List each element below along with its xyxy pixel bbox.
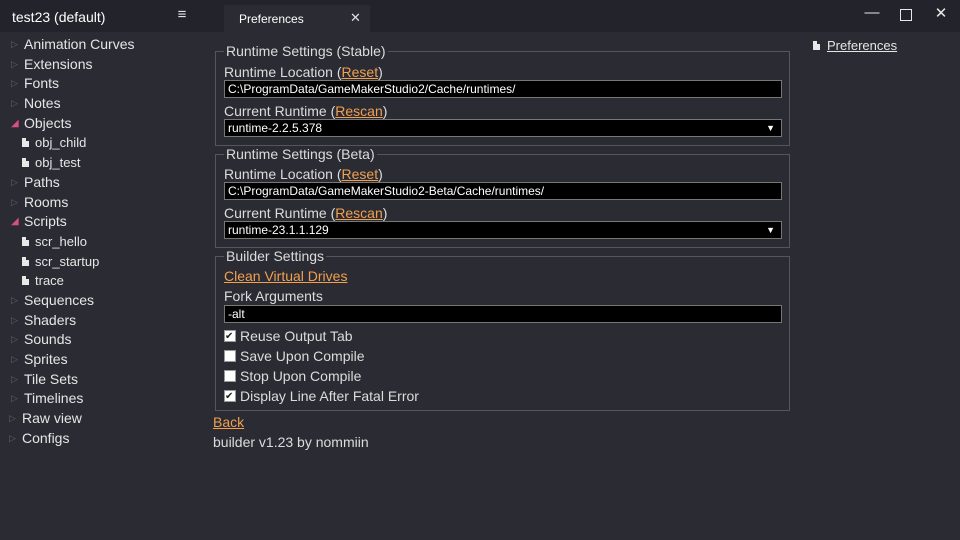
stable-current-label: Current Runtime (Rescan)	[224, 103, 388, 119]
collapsed-arrow-icon: ▷	[11, 78, 18, 89]
builder-settings: Builder Settings Clean Virtual Drives Fo…	[215, 248, 790, 411]
tree-item-sprites[interactable]: ▷ Sprites	[0, 350, 205, 370]
collapsed-arrow-icon: ▷	[11, 39, 18, 49]
tree-item-animation-curves[interactable]: ▷ Animation Curves	[0, 35, 205, 55]
tree-item-obj-child[interactable]: obj_child	[0, 133, 205, 153]
tree-item-obj-test[interactable]: obj_test	[0, 153, 205, 173]
stable-location-label: Runtime Location (Reset)	[224, 64, 383, 80]
close-icon[interactable]: ✕	[926, 4, 956, 26]
tree-item-timelines[interactable]: ▷ Timelines	[0, 389, 205, 409]
collapsed-arrow-icon: ▷	[11, 294, 18, 305]
collapsed-arrow-icon: ▷	[11, 334, 18, 345]
tree-item-rooms[interactable]: ▷ Rooms	[0, 193, 205, 213]
file-icon	[813, 41, 820, 50]
file-icon	[22, 138, 29, 148]
beta-legend: Runtime Settings (Beta)	[224, 146, 377, 162]
tab-close-icon[interactable]: ✕	[350, 10, 361, 26]
resource-tree: ▷ Animation Curves ▷ Extensions ▷ Fonts ▷ No…	[0, 35, 205, 448]
tree-item-sequences[interactable]: ▷ Sequences	[0, 291, 205, 311]
collapsed-arrow-icon: ▷	[11, 354, 18, 364]
checkbox-checked-icon[interactable]	[224, 388, 236, 406]
tree-item-paths[interactable]: ▷ Paths	[0, 173, 205, 193]
tree-item-configs[interactable]: ▷ Configs	[0, 429, 205, 449]
expanded-arrow-icon: ◢	[11, 117, 19, 129]
beta-runtime-select[interactable]: runtime-23.1.1.129 ▼	[224, 221, 782, 239]
stable-reset-link[interactable]: Reset	[342, 64, 379, 80]
tree-item-scripts[interactable]: ◢ Scripts	[0, 212, 205, 232]
tab-label: Preferences	[239, 12, 304, 26]
stable-legend: Runtime Settings (Stable)	[224, 43, 388, 59]
checkbox-unchecked-icon[interactable]	[224, 370, 236, 382]
hamburger-icon[interactable]: ≡	[174, 6, 190, 24]
collapsed-arrow-icon: ▷	[11, 196, 18, 207]
checkbox-checked-icon[interactable]	[224, 328, 236, 346]
dropdown-caret-icon: ▼	[766, 225, 775, 235]
stable-runtime-select[interactable]: runtime-2.2.5.378 ▼	[224, 119, 782, 137]
tree-item-sounds[interactable]: ▷ Sounds	[0, 330, 205, 350]
builder-legend: Builder Settings	[224, 248, 327, 264]
collapsed-arrow-icon: ▷	[9, 413, 16, 424]
tree-item-trace[interactable]: trace	[0, 271, 205, 291]
tab-preferences[interactable]: Preferences ✕	[224, 5, 370, 32]
tree-item-objects[interactable]: ◢ Objects	[0, 114, 205, 134]
stable-location-input[interactable]	[224, 80, 782, 98]
tree-item-scr-startup[interactable]: scr_startup	[0, 252, 205, 272]
checkbox-unchecked-icon[interactable]	[224, 350, 236, 362]
tree-item-extensions[interactable]: ▷ Extensions	[0, 55, 205, 75]
collapsed-arrow-icon: ▷	[11, 373, 18, 384]
collapsed-arrow-icon: ▷	[11, 58, 18, 69]
collapsed-arrow-icon: ▷	[11, 314, 18, 325]
file-icon	[22, 256, 29, 266]
tree-item-shaders[interactable]: ▷ Shaders	[0, 311, 205, 331]
stable-runtime-settings: Runtime Settings (Stable) Runtime Locati…	[215, 43, 790, 146]
reuse-output-tab-checkbox[interactable]: Reuse Output Tab	[224, 327, 353, 346]
beta-reset-link[interactable]: Reset	[342, 166, 379, 182]
beta-rescan-link[interactable]: Rescan	[335, 205, 382, 221]
file-icon	[22, 276, 29, 286]
beta-runtime-settings: Runtime Settings (Beta) Runtime Location…	[215, 146, 790, 248]
expanded-arrow-icon: ◢	[11, 216, 19, 228]
tree-item-tile-sets[interactable]: ▷ Tile Sets	[0, 370, 205, 390]
file-icon	[22, 158, 29, 168]
minimize-icon[interactable]: —	[857, 4, 887, 26]
beta-current-label: Current Runtime (Rescan)	[224, 205, 388, 221]
beta-location-label: Runtime Location (Reset)	[224, 166, 383, 182]
collapsed-arrow-icon: ▷	[11, 176, 18, 187]
tree-item-raw-view[interactable]: ▷ Raw view	[0, 409, 205, 429]
tree-item-fonts[interactable]: ▷ Fonts	[0, 74, 205, 94]
collapsed-arrow-icon: ▷	[11, 98, 18, 109]
clean-virtual-drives-link[interactable]: Clean Virtual Drives	[224, 268, 347, 284]
tree-item-notes[interactable]: ▷ Notes	[0, 94, 205, 114]
file-icon	[22, 236, 29, 246]
maximize-icon[interactable]	[891, 4, 921, 26]
collapsed-arrow-icon: ▷	[11, 393, 18, 404]
fork-arguments-label: Fork Arguments	[224, 288, 323, 304]
display-line-after-fatal-error-checkbox[interactable]: Display Line After Fatal Error	[224, 387, 419, 406]
stop-upon-compile-checkbox[interactable]: Stop Upon Compile	[224, 367, 361, 385]
collapsed-arrow-icon: ▷	[9, 432, 16, 443]
app-title: test23 (default)	[12, 9, 106, 25]
beta-location-input[interactable]	[224, 182, 782, 200]
save-upon-compile-checkbox[interactable]: Save Upon Compile	[224, 347, 365, 365]
version-text: builder v1.23 by nommiin	[213, 434, 369, 450]
tree-item-scr-hello[interactable]: scr_hello	[0, 232, 205, 252]
back-link[interactable]: Back	[213, 414, 244, 430]
title-bar: test23 (default) ≡ Preferences ✕ — ✕	[0, 0, 960, 32]
fork-arguments-input[interactable]	[224, 305, 782, 323]
stable-rescan-link[interactable]: Rescan	[335, 103, 382, 119]
dropdown-caret-icon: ▼	[766, 123, 775, 133]
preferences-link[interactable]: Preferences	[813, 38, 897, 53]
